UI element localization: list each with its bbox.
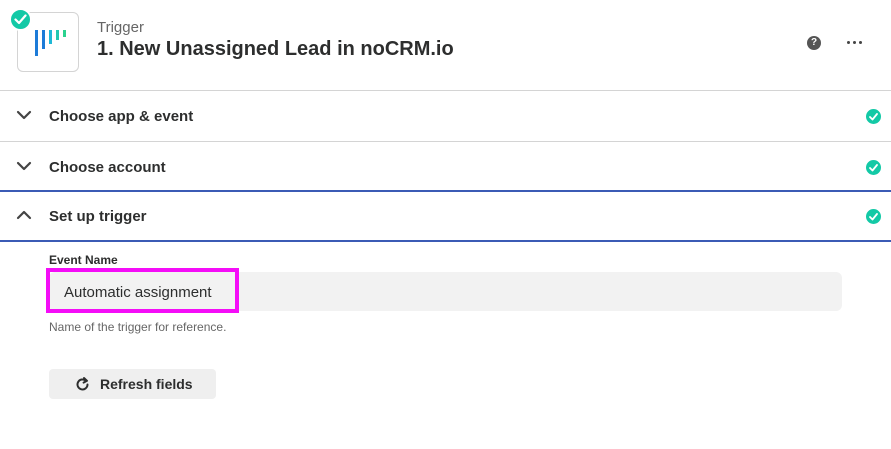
section-choose-app-event[interactable]: Choose app & event bbox=[0, 90, 891, 141]
step-header: Trigger 1. New Unassigned Lead in noCRM.… bbox=[0, 0, 891, 90]
step-type-label: Trigger bbox=[97, 19, 144, 36]
check-circle-icon bbox=[9, 8, 32, 31]
ellipsis-icon[interactable] bbox=[845, 34, 863, 50]
nocrm-logo-icon bbox=[35, 30, 66, 56]
event-name-value: Automatic assignment bbox=[64, 284, 212, 301]
chevron-down-icon bbox=[16, 161, 32, 171]
check-circle-icon bbox=[866, 160, 881, 175]
section-set-up-trigger[interactable]: Set up trigger bbox=[0, 190, 891, 242]
refresh-fields-label: Refresh fields bbox=[100, 376, 193, 392]
section-label: Choose account bbox=[49, 159, 166, 176]
event-name-help-text: Name of the trigger for reference. bbox=[49, 320, 227, 334]
section-label: Set up trigger bbox=[49, 208, 147, 225]
help-icon[interactable]: ? bbox=[807, 36, 821, 50]
section-label: Choose app & event bbox=[49, 108, 194, 125]
event-name-input[interactable]: Automatic assignment bbox=[49, 272, 842, 311]
check-circle-icon bbox=[866, 109, 881, 124]
refresh-icon bbox=[76, 377, 89, 391]
chevron-up-icon bbox=[16, 210, 32, 220]
chevron-down-icon bbox=[16, 110, 32, 120]
section-choose-account[interactable]: Choose account bbox=[0, 141, 891, 192]
event-name-label: Event Name bbox=[49, 253, 118, 267]
refresh-fields-button[interactable]: Refresh fields bbox=[49, 369, 216, 399]
check-circle-icon bbox=[866, 209, 881, 224]
step-title: 1. New Unassigned Lead in noCRM.io bbox=[97, 38, 454, 60]
